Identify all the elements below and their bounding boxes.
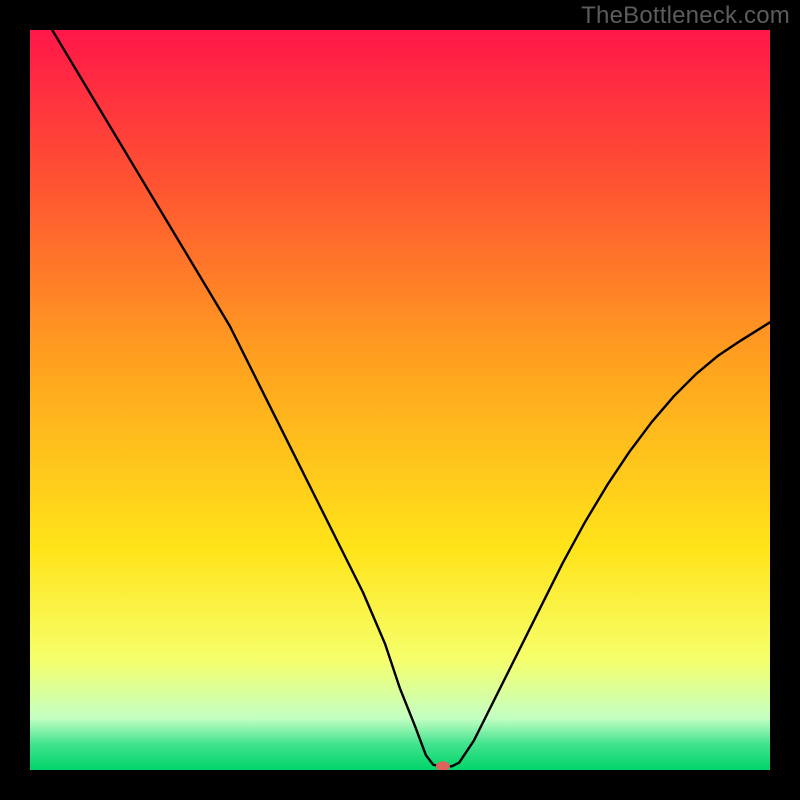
chart-frame: TheBottleneck.com bbox=[0, 0, 800, 800]
plot-area bbox=[30, 30, 770, 770]
gradient-background bbox=[30, 30, 770, 770]
chart-svg bbox=[30, 30, 770, 770]
watermark-text: TheBottleneck.com bbox=[581, 2, 790, 30]
